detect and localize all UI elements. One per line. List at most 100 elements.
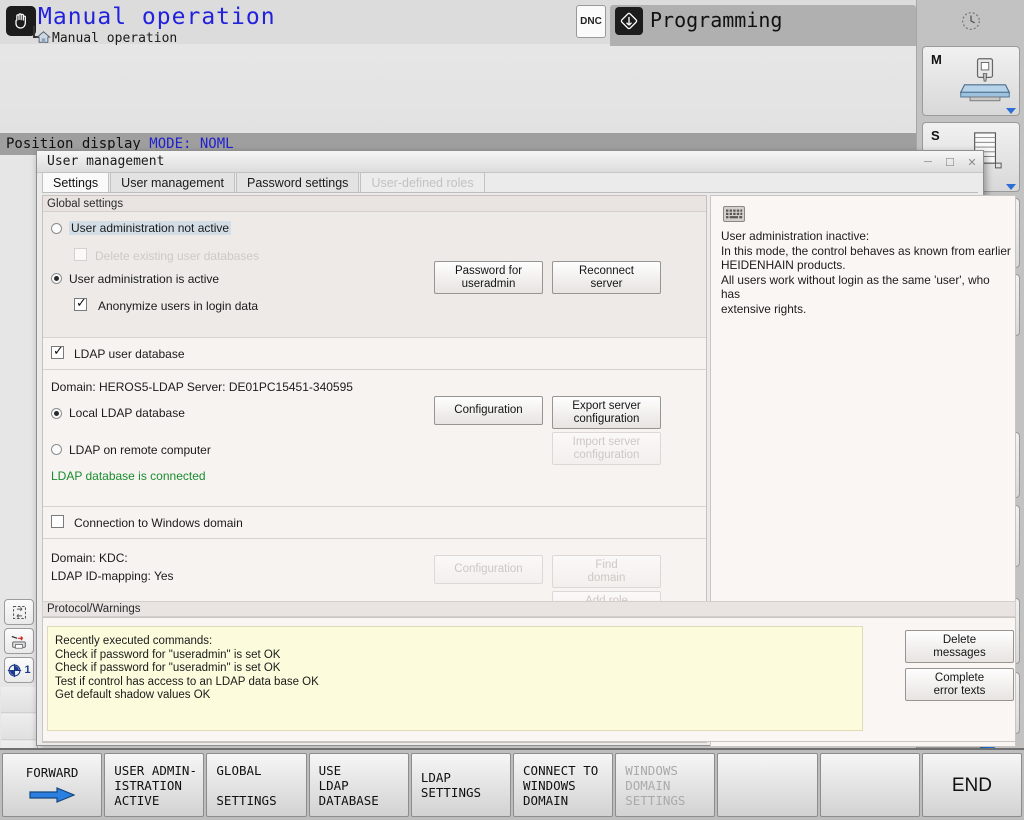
global-settings-section: User administration not active Delete ex… bbox=[43, 212, 706, 338]
btn-line-1: Configuration bbox=[454, 404, 523, 416]
softkey-global-settings[interactable]: GLOBAL SETTINGS bbox=[206, 753, 307, 817]
protocol-warnings-body: Recently executed commands: Check if pas… bbox=[42, 617, 1016, 742]
ldap-details-section: Domain: HEROS5-LDAP Server: DE01PC15451-… bbox=[43, 370, 706, 507]
ldap-idmapping-line: LDAP ID-mapping: Yes bbox=[51, 569, 174, 583]
label-anonymize-users: Anonymize users in login data bbox=[98, 299, 259, 313]
ldap-domain-line: Domain: HEROS5-LDAP Server: DE01PC15451-… bbox=[51, 380, 353, 394]
softkey-forward[interactable]: FORWARD bbox=[2, 753, 103, 817]
windows-domain-row: Connection to Windows domain bbox=[43, 507, 706, 539]
password-for-useradmin-button[interactable]: Password for useradmin bbox=[434, 261, 543, 294]
btn-line-1: Import server bbox=[572, 435, 641, 448]
label-user-admin-is-active: User administration is active bbox=[69, 272, 220, 286]
home-icon bbox=[36, 30, 51, 44]
btn-line-2: messages bbox=[933, 646, 986, 659]
complete-error-texts-button[interactable]: Complete error texts bbox=[905, 668, 1014, 701]
btn-line-2: configuration bbox=[573, 412, 640, 425]
tab-settings[interactable]: Settings bbox=[42, 172, 110, 192]
programming-label: Programming bbox=[650, 8, 783, 32]
page-title: Manual operation bbox=[38, 4, 276, 30]
reconnect-server-button[interactable]: Reconnect server bbox=[552, 261, 661, 294]
btn-line-1: Password for bbox=[454, 264, 523, 277]
checkbox-ldap-user-database[interactable] bbox=[51, 344, 64, 359]
btn-line-2: error texts bbox=[933, 684, 986, 697]
softkey-label: FORWARD bbox=[25, 764, 79, 780]
btn-line-1: Find bbox=[595, 558, 618, 571]
btn-line-2: configuration bbox=[573, 448, 640, 461]
clock-icon[interactable] bbox=[917, 0, 1024, 42]
softkey-label-line-2: LDAP bbox=[318, 777, 349, 793]
breadcrumb: Manual operation bbox=[52, 31, 178, 46]
softkey-label-line-1: WINDOWS bbox=[625, 762, 678, 778]
chevron-down-icon[interactable] bbox=[1006, 108, 1016, 114]
print-transfer-icon[interactable] bbox=[4, 628, 34, 654]
protocol-log-text: Recently executed commands: Check if pas… bbox=[55, 635, 319, 701]
dialog-titlebar[interactable] bbox=[37, 151, 983, 173]
maximize-icon[interactable]: ☐ bbox=[943, 155, 957, 169]
softkey-label-line-2: ISTRATION bbox=[114, 777, 182, 793]
machine-table-icon bbox=[959, 58, 1011, 102]
softkey-end[interactable]: END bbox=[921, 753, 1023, 817]
export-server-configuration-button[interactable]: Export server configuration bbox=[552, 396, 661, 429]
softkey-label-line-2: WINDOWS bbox=[523, 777, 576, 793]
minimize-icon[interactable]: ─ bbox=[921, 155, 935, 169]
ldap-configuration-button[interactable]: Configuration bbox=[434, 396, 543, 425]
label-user-admin-not-active: User administration not active bbox=[69, 221, 232, 235]
btn-line-2: server bbox=[590, 277, 623, 290]
windows-domain-line: Domain: KDC: bbox=[51, 551, 128, 565]
ldap-user-database-row: LDAP user database bbox=[43, 338, 706, 370]
hand-icon bbox=[6, 6, 36, 36]
checkbox-delete-existing-databases bbox=[74, 248, 87, 261]
toolbar-button-m[interactable]: M bbox=[922, 46, 1020, 116]
delete-messages-button[interactable]: Delete messages bbox=[905, 630, 1014, 663]
keyboard-icon bbox=[723, 206, 745, 222]
softkey-label-line-1: USE bbox=[318, 762, 342, 778]
info-panel-text: User administration inactive: In this mo… bbox=[721, 229, 1011, 316]
radio-user-admin-is-active[interactable] bbox=[51, 273, 62, 284]
tab-user-management[interactable]: User management bbox=[110, 172, 235, 192]
protocol-log-box[interactable]: Recently executed commands: Check if pas… bbox=[47, 626, 863, 731]
btn-line-2: useradmin bbox=[461, 277, 516, 290]
left-rail: 1 bbox=[0, 155, 38, 767]
import-server-configuration-button: Import server configuration bbox=[552, 432, 661, 465]
dnc-indicator[interactable]: DNC bbox=[576, 5, 606, 38]
checkbox-connection-to-windows-domain[interactable] bbox=[51, 515, 64, 528]
softkey-blank-2[interactable] bbox=[819, 753, 920, 817]
softkey-label-line-3: ACTIVE bbox=[114, 792, 160, 808]
btn-line-1: Complete bbox=[934, 671, 985, 684]
softkey-label-line-2: SETTINGS bbox=[420, 785, 482, 800]
datum-number: 1 bbox=[24, 664, 31, 676]
softkey-label-line-1: GLOBAL bbox=[216, 762, 262, 778]
tab-password-settings[interactable]: Password settings bbox=[236, 172, 360, 192]
dialog-tabs: Settings User management Password settin… bbox=[42, 172, 978, 193]
user-management-dialog: User management ─ ☐ ✕ Settings User mana… bbox=[36, 150, 1016, 747]
screen-switch-icon[interactable] bbox=[4, 599, 34, 625]
radio-ldap-remote-computer[interactable] bbox=[51, 444, 62, 455]
toolbar-label-m: M bbox=[931, 52, 942, 67]
chevron-down-icon[interactable] bbox=[1006, 184, 1016, 190]
datum-icon[interactable]: 1 bbox=[4, 657, 34, 683]
softkey-label-line-1: CONNECT TO bbox=[523, 762, 599, 778]
label-local-ldap-database: Local LDAP database bbox=[69, 406, 185, 420]
softkey-use-ldap-database[interactable]: USE LDAP DATABASE bbox=[308, 753, 409, 817]
softkey-label: END bbox=[951, 774, 992, 796]
softkey-label-line-2: DOMAIN bbox=[625, 777, 671, 793]
softkey-label-line-3: SETTINGS bbox=[625, 792, 686, 808]
softkey-ldap-settings[interactable]: LDAP SETTINGS bbox=[410, 753, 512, 817]
rail-blank-1 bbox=[1, 687, 37, 713]
rail-blank-2 bbox=[1, 714, 37, 740]
checkbox-anonymize-users[interactable] bbox=[74, 296, 87, 311]
protocol-warnings-header: Protocol/Warnings bbox=[42, 601, 1016, 617]
dialog-title: User management bbox=[47, 154, 165, 169]
close-icon[interactable]: ✕ bbox=[965, 155, 979, 169]
tab-user-defined-roles: User-defined roles bbox=[360, 172, 485, 192]
label-ldap-user-database: LDAP user database bbox=[74, 347, 185, 361]
softkey-label-line-2 bbox=[210, 778, 302, 793]
softkey-user-administration-active[interactable]: USER ADMIN- ISTRATION ACTIVE bbox=[104, 753, 205, 817]
softkey-label-line-1: LDAP bbox=[420, 770, 451, 785]
radio-user-admin-not-active[interactable] bbox=[51, 223, 62, 234]
radio-local-ldap-database[interactable] bbox=[51, 408, 62, 419]
softkey-label-line-3: DATABASE bbox=[318, 792, 379, 808]
btn-line-1: Reconnect bbox=[579, 264, 634, 277]
softkey-blank-1[interactable] bbox=[717, 753, 818, 817]
softkey-connect-to-windows-domain[interactable]: CONNECT TO WINDOWS DOMAIN bbox=[513, 753, 614, 817]
